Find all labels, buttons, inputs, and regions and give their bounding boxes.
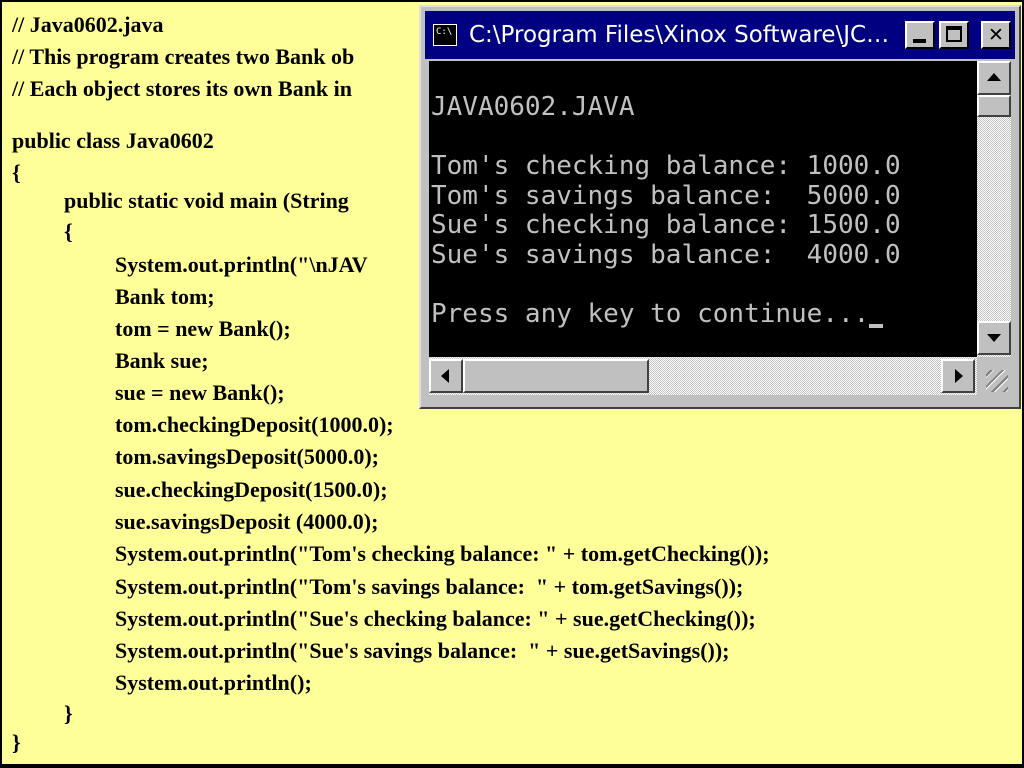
code-line: { — [12, 160, 21, 185]
output-line: Tom's checking balance: 1000.0 — [431, 151, 901, 182]
output-line: Sue's checking balance: 1500.0 — [431, 210, 901, 241]
close-button[interactable]: ✕ — [981, 21, 1011, 49]
resize-grip-icon — [986, 370, 1008, 392]
code-line: System.out.println("Sue's savings balanc… — [115, 638, 730, 663]
code-line: } — [64, 701, 73, 726]
code-line: public static void main (String — [64, 188, 349, 213]
code-line: tom.checkingDeposit(1000.0); — [115, 412, 394, 437]
code-line: Bank sue; — [115, 348, 209, 373]
size-grip[interactable] — [977, 357, 1011, 395]
code-line: // Java0602.java — [12, 12, 164, 37]
maximize-button[interactable] — [939, 21, 969, 49]
code-line: System.out.println("Sue's checking balan… — [115, 606, 756, 631]
code-line: System.out.println("Tom's checking balan… — [115, 541, 770, 566]
code-line: sue.checkingDeposit(1500.0); — [115, 477, 388, 502]
output-line: Press any key to continue... — [431, 299, 870, 330]
code-line: sue.savingsDeposit (4000.0); — [115, 509, 379, 534]
text-cursor — [869, 324, 884, 329]
code-line: System.out.println("\nJAV — [115, 252, 368, 277]
left-arrow-icon — [441, 369, 449, 383]
right-arrow-icon — [955, 369, 963, 383]
console-output: JAVA0602.JAVA Tom's checking balance: 10… — [431, 92, 901, 330]
code-line: { — [64, 219, 73, 244]
minimize-icon — [913, 39, 926, 43]
vertical-scrollbar[interactable] — [977, 61, 1011, 357]
minimize-button[interactable] — [905, 21, 935, 49]
output-line: JAVA0602.JAVA — [431, 92, 635, 122]
scroll-left-button[interactable] — [429, 359, 463, 393]
horizontal-scrollbar[interactable] — [429, 357, 977, 395]
output-line: Sue's savings balance: 4000.0 — [431, 239, 901, 270]
code-line: System.out.println("Tom's savings balanc… — [115, 574, 744, 599]
scroll-right-button[interactable] — [941, 359, 975, 393]
console-output-area[interactable]: JAVA0602.JAVA Tom's checking balance: 10… — [429, 61, 977, 357]
code-line: // This program creates two Bank ob — [12, 44, 355, 69]
horizontal-scroll-thumb[interactable] — [463, 359, 649, 393]
vertical-scroll-thumb[interactable] — [977, 95, 1011, 117]
output-line: Tom's savings balance: 5000.0 — [431, 180, 901, 211]
down-arrow-icon — [987, 334, 1001, 342]
console-window[interactable]: C:\ C:\Program Files\Xinox Software\JCre… — [419, 5, 1021, 409]
code-line: Bank tom; — [115, 284, 215, 309]
code-line: tom.savingsDeposit(5000.0); — [115, 444, 379, 469]
title-bar[interactable]: C:\ C:\Program Files\Xinox Software\JCre… — [425, 11, 1015, 59]
scroll-up-button[interactable] — [977, 61, 1011, 95]
code-line: System.out.println(); — [115, 670, 312, 695]
console-app-icon[interactable]: C:\ — [433, 24, 457, 46]
up-arrow-icon — [987, 73, 1001, 81]
scroll-down-button[interactable] — [977, 321, 1011, 355]
code-line: tom = new Bank(); — [115, 316, 291, 341]
code-line: } — [12, 730, 21, 755]
code-line: sue = new Bank(); — [115, 380, 285, 405]
maximize-icon — [946, 26, 962, 42]
code-line: // Each object stores its own Bank in — [12, 76, 353, 101]
close-icon: ✕ — [988, 24, 1004, 46]
console-app-icon-label: C:\ — [436, 27, 453, 37]
code-line: public class Java0602 — [12, 128, 214, 153]
window-title: C:\Program Files\Xinox Software\JCreator… — [469, 22, 894, 48]
